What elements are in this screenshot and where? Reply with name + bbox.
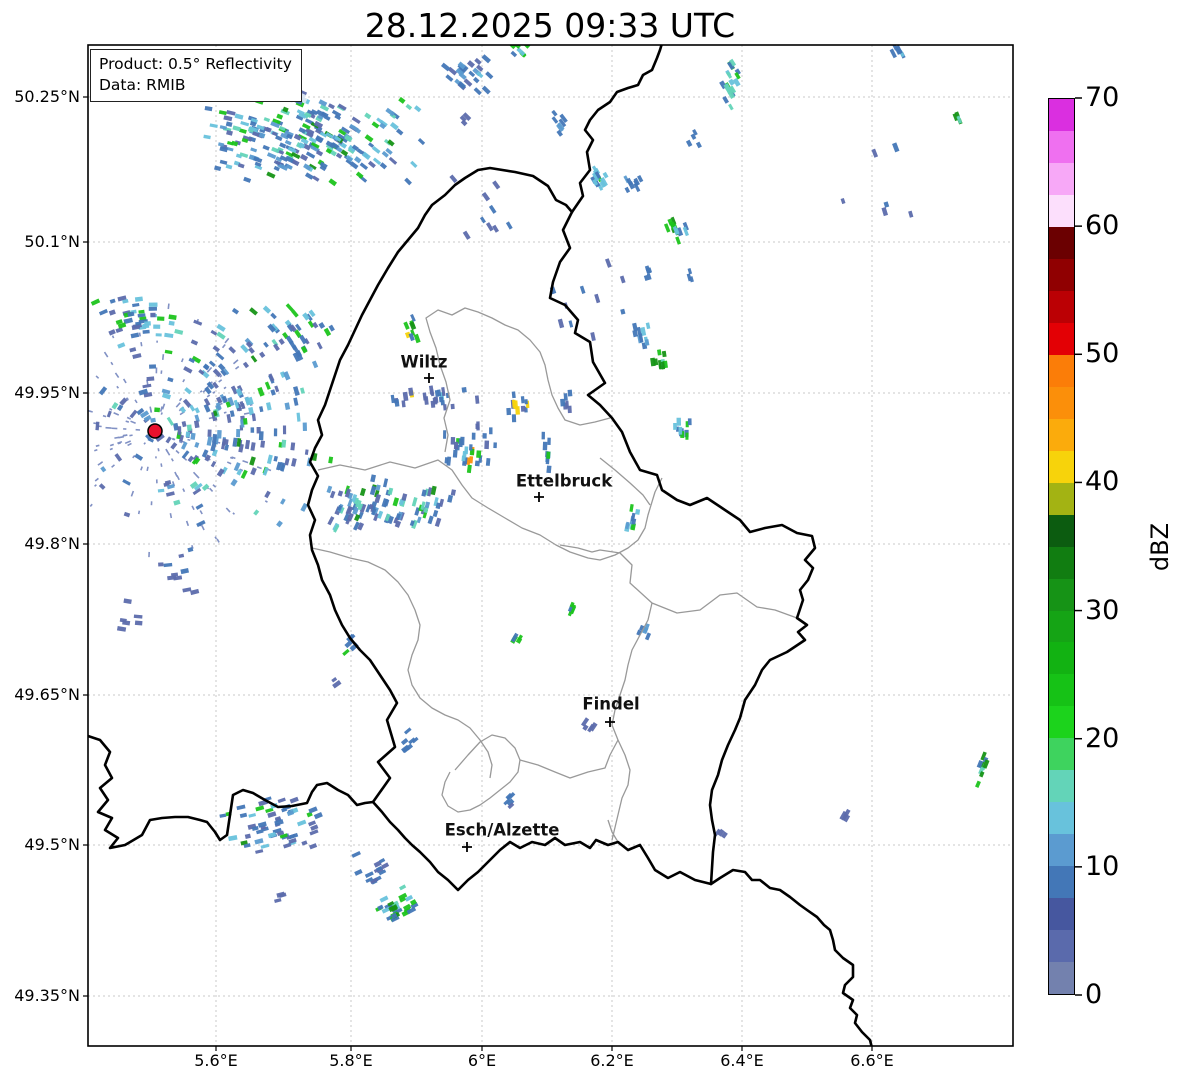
y-tick-label: 49.35°N [14, 986, 80, 1005]
graticule-grid [88, 45, 1013, 1046]
colorbar-segment [1049, 162, 1074, 195]
colorbar-tick-label: 70 [1085, 82, 1120, 113]
radar-map-canvas [83, 44, 1082, 1051]
colorbar-segment [1049, 930, 1074, 963]
y-tick-label: 50.1°N [24, 232, 80, 251]
colorbar-tick-label: 20 [1085, 722, 1120, 754]
colorbar-segment [1049, 386, 1074, 419]
colorbar-tick-label: 30 [1085, 594, 1120, 626]
plot-frame [87, 44, 1014, 1047]
colorbar [1048, 98, 1075, 995]
city-label: Findel [582, 694, 640, 714]
colorbar-tick-label: 10 [1085, 850, 1120, 882]
colorbar-segment [1049, 674, 1074, 707]
city-marker-plus [424, 373, 434, 383]
city-label: Esch/Alzette [444, 820, 560, 840]
x-tick-label: 6°E [467, 1051, 497, 1070]
colorbar-segment [1049, 258, 1074, 291]
colorbar-segment [1049, 450, 1074, 483]
colorbar-segment [1049, 226, 1074, 259]
x-tick-label: 6.6°E [850, 1051, 894, 1070]
colorbar-segment [1049, 322, 1074, 355]
product-info-box: Product: 0.5° Reflectivity Data: RMIB [90, 49, 302, 102]
colorbar-segment [1049, 962, 1074, 995]
colorbar-tick-label: 60 [1085, 210, 1120, 242]
colorbar-segment [1049, 482, 1074, 515]
city-marker-plus [534, 492, 544, 502]
colorbar-segment [1049, 546, 1074, 579]
colorbar-segment [1049, 898, 1074, 931]
colorbar-segment [1049, 866, 1074, 899]
colorbar-segment [1049, 706, 1074, 739]
colorbar-segment [1049, 130, 1074, 163]
radar-figure: 28.12.2025 09:33 UTC Product: 0.5° Refle… [0, 0, 1184, 1081]
radar-site-dot [147, 423, 163, 439]
city-label: Wiltz [400, 352, 448, 372]
colorbar-segment [1049, 578, 1074, 611]
colorbar-segment [1049, 290, 1074, 323]
colorbar-segment [1049, 738, 1074, 771]
x-tick-label: 5.8°E [329, 1051, 373, 1070]
colorbar-tick-label: 40 [1085, 466, 1120, 498]
colorbar-segment [1049, 642, 1074, 675]
colorbar-segment [1049, 802, 1074, 835]
x-tick-label: 6.2°E [590, 1051, 634, 1070]
colorbar-tick-label: 50 [1085, 338, 1120, 370]
city-marker-plus [462, 842, 472, 852]
y-tick-label: 49.65°N [14, 685, 80, 704]
colorbar-axis-label: dBZ [1146, 522, 1174, 572]
colorbar-segment [1049, 770, 1074, 803]
axis-tick-marks [83, 96, 873, 1051]
colorbar-segment [1049, 354, 1074, 387]
y-tick-label: 50.25°N [14, 87, 80, 106]
colorbar-segment [1049, 610, 1074, 643]
y-tick-label: 49.95°N [14, 383, 80, 402]
colorbar-segment [1049, 194, 1074, 227]
colorbar-segment [1049, 834, 1074, 867]
product-info-line1: Product: 0.5° Reflectivity [99, 55, 292, 73]
x-tick-label: 5.6°E [194, 1051, 238, 1070]
x-tick-label: 6.4°E [720, 1051, 764, 1070]
colorbar-segment [1049, 99, 1074, 131]
colorbar-segment [1049, 514, 1074, 547]
city-label: Ettelbruck [515, 471, 613, 491]
colorbar-segment [1049, 418, 1074, 451]
y-tick-label: 49.5°N [24, 835, 80, 854]
colorbar-tick-label: 0 [1085, 979, 1103, 1010]
y-tick-label: 49.8°N [24, 534, 80, 553]
product-info-line2: Data: RMIB [99, 76, 186, 94]
